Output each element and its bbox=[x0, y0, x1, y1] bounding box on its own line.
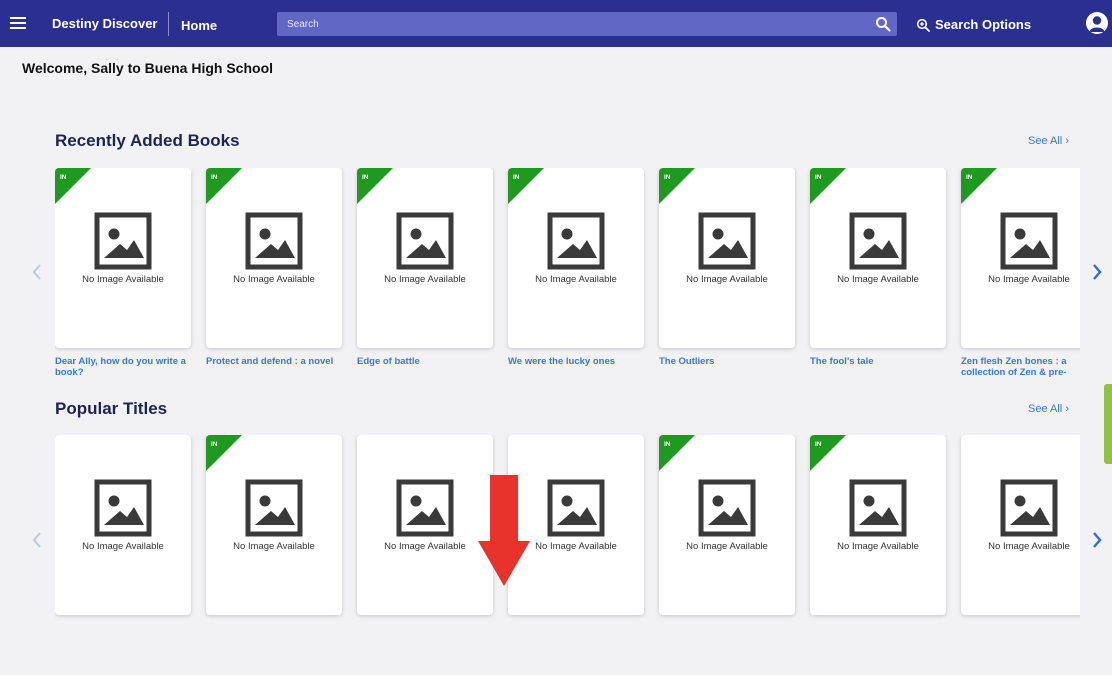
no-image-label: No Image Available bbox=[686, 541, 768, 552]
book-title-link[interactable]: Protect and defend : a novel bbox=[206, 356, 346, 367]
badge-label: IN bbox=[664, 441, 671, 448]
no-image-placeholder-icon bbox=[849, 479, 907, 537]
no-image-label: No Image Available bbox=[82, 541, 164, 552]
book-card[interactable]: IN No Image Available bbox=[659, 168, 795, 348]
home-link[interactable]: Home bbox=[181, 18, 217, 33]
no-image-label: No Image Available bbox=[233, 274, 315, 285]
popular-titles-next-arrow-icon[interactable] bbox=[1090, 530, 1104, 550]
book-title-link[interactable]: The fool's tale bbox=[810, 356, 950, 367]
recently-added-carousel: IN No Image Available Dear Ally, how do yo… bbox=[55, 168, 1080, 408]
no-image-label: No Image Available bbox=[384, 541, 466, 552]
book-card[interactable]: IN No Image Available bbox=[961, 168, 1080, 348]
search-options-label: Search Options bbox=[935, 17, 1032, 32]
hamburger-menu-icon[interactable] bbox=[10, 14, 26, 32]
no-image-label: No Image Available bbox=[384, 274, 466, 285]
no-image-label: No Image Available bbox=[535, 274, 617, 285]
badge-label: IN bbox=[815, 441, 822, 448]
availability-badge: IN bbox=[810, 435, 846, 471]
no-image-placeholder-icon bbox=[94, 212, 152, 270]
availability-badge: IN bbox=[357, 168, 393, 204]
recently-added-see-all-link[interactable]: See All › bbox=[1028, 135, 1069, 147]
search-input[interactable] bbox=[277, 12, 867, 36]
availability-badge: IN bbox=[961, 168, 997, 204]
availability-badge: IN bbox=[659, 435, 695, 471]
see-all-label: See All bbox=[1028, 135, 1063, 147]
no-image-label: No Image Available bbox=[233, 541, 315, 552]
book-card[interactable]: IN No Image Available bbox=[357, 168, 493, 348]
search-options-button[interactable]: Search Options bbox=[916, 17, 1031, 32]
no-image-placeholder-icon bbox=[849, 212, 907, 270]
no-image-placeholder-icon bbox=[1000, 212, 1058, 270]
badge-label: IN bbox=[664, 174, 671, 181]
search-options-icon bbox=[916, 18, 930, 32]
header-divider bbox=[168, 12, 169, 36]
book-title-link[interactable]: The Outliers bbox=[659, 356, 799, 367]
popular-titles-carousel: No Image Available IN No Image Available No… bbox=[55, 435, 1080, 675]
no-image-placeholder-icon bbox=[698, 212, 756, 270]
no-image-placeholder-icon bbox=[396, 212, 454, 270]
no-image-placeholder-icon bbox=[547, 212, 605, 270]
app-name[interactable]: Destiny Discover bbox=[52, 16, 158, 31]
availability-badge: IN bbox=[810, 168, 846, 204]
no-image-label: No Image Available bbox=[686, 274, 768, 285]
scroll-down-annotation-arrow-icon bbox=[478, 475, 530, 586]
availability-badge: IN bbox=[206, 168, 242, 204]
search-icon[interactable] bbox=[875, 16, 891, 32]
availability-badge: IN bbox=[659, 168, 695, 204]
chevron-right-icon: › bbox=[1065, 135, 1069, 147]
search-box bbox=[277, 12, 897, 36]
recently-added-heading: Recently Added Books bbox=[55, 131, 240, 150]
book-card[interactable]: No Image Available bbox=[55, 435, 191, 615]
book-card[interactable]: IN No Image Available bbox=[659, 435, 795, 615]
book-card[interactable]: No Image Available bbox=[357, 435, 493, 615]
badge-label: IN bbox=[362, 174, 369, 181]
book-card[interactable]: IN No Image Available bbox=[508, 168, 644, 348]
availability-badge: IN bbox=[206, 435, 242, 471]
popular-titles-heading: Popular Titles bbox=[55, 399, 168, 418]
recently-added-prev-arrow-icon[interactable] bbox=[30, 262, 44, 282]
no-image-placeholder-icon bbox=[396, 479, 454, 537]
book-card[interactable]: IN No Image Available bbox=[206, 168, 342, 348]
no-image-label: No Image Available bbox=[837, 541, 919, 552]
badge-label: IN bbox=[60, 174, 67, 181]
welcome-message: Welcome, Sally to Buena High School bbox=[22, 60, 274, 76]
top-nav-bar: Destiny Discover Home Search Options bbox=[0, 0, 1112, 47]
badge-label: IN bbox=[815, 174, 822, 181]
book-title-link[interactable]: Edge of battle bbox=[357, 356, 497, 367]
badge-label: IN bbox=[513, 174, 520, 181]
book-card[interactable]: IN No Image Available bbox=[55, 168, 191, 348]
no-image-placeholder-icon bbox=[245, 212, 303, 270]
book-title-link[interactable]: We were the lucky ones bbox=[508, 356, 648, 367]
availability-badge: IN bbox=[508, 168, 544, 204]
badge-label: IN bbox=[966, 174, 973, 181]
badge-label: IN bbox=[211, 174, 218, 181]
badge-label: IN bbox=[211, 441, 218, 448]
no-image-placeholder-icon bbox=[94, 479, 152, 537]
popular-titles-prev-arrow-icon[interactable] bbox=[30, 530, 44, 550]
no-image-label: No Image Available bbox=[988, 274, 1070, 285]
no-image-label: No Image Available bbox=[837, 274, 919, 285]
recently-added-next-arrow-icon[interactable] bbox=[1090, 262, 1104, 282]
popular-titles-see-all-link[interactable]: See All › bbox=[1028, 403, 1069, 415]
book-title-link[interactable]: Dear Ally, how do you write a book? bbox=[55, 356, 195, 378]
book-title-link[interactable]: Zen flesh Zen bones : a collection of Ze… bbox=[961, 356, 1080, 378]
book-card[interactable]: IN No Image Available bbox=[810, 435, 946, 615]
no-image-label: No Image Available bbox=[82, 274, 164, 285]
no-image-label: No Image Available bbox=[988, 541, 1070, 552]
user-avatar-icon[interactable] bbox=[1086, 12, 1108, 34]
feedback-side-tab[interactable] bbox=[1104, 384, 1112, 464]
chevron-right-icon: › bbox=[1065, 403, 1069, 415]
no-image-placeholder-icon bbox=[547, 479, 605, 537]
no-image-placeholder-icon bbox=[245, 479, 303, 537]
book-card[interactable]: IN No Image Available bbox=[810, 168, 946, 348]
see-all-label: See All bbox=[1028, 403, 1063, 415]
book-card[interactable]: IN No Image Available bbox=[206, 435, 342, 615]
book-card[interactable]: No Image Available bbox=[961, 435, 1080, 615]
no-image-placeholder-icon bbox=[698, 479, 756, 537]
availability-badge: IN bbox=[55, 168, 91, 204]
no-image-placeholder-icon bbox=[1000, 479, 1058, 537]
